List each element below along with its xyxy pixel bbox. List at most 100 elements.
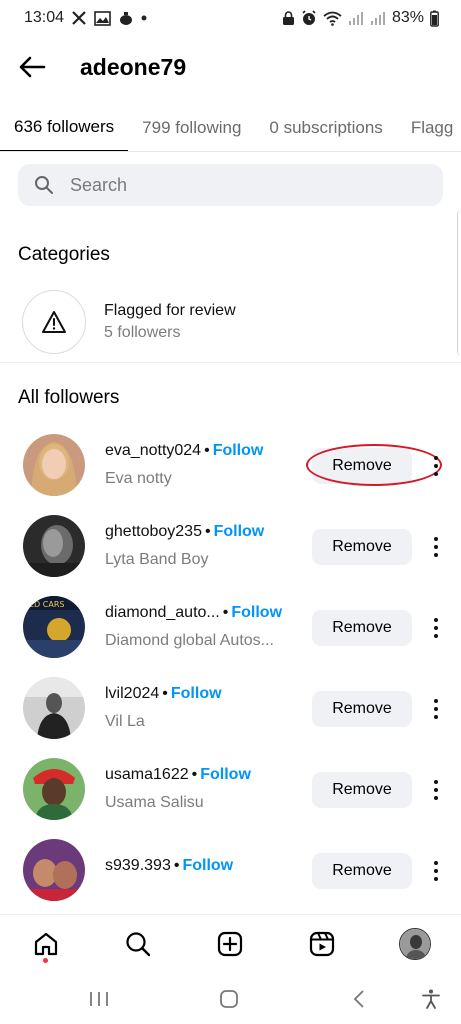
categories-heading: Categories — [18, 244, 110, 265]
nav-create[interactable] — [215, 929, 245, 959]
system-home-button[interactable] — [216, 986, 242, 1012]
nav-search[interactable] — [123, 929, 153, 959]
tab-followers[interactable]: 636 followers — [0, 104, 129, 151]
battery-icon — [430, 10, 439, 27]
follower-line: diamond_auto... • Follow — [105, 604, 305, 622]
follower-line: eva_notty024 • Follow — [105, 442, 305, 460]
avatar[interactable] — [23, 758, 85, 820]
follower-username[interactable]: diamond_auto... — [105, 604, 220, 621]
more-icon — [434, 618, 438, 622]
more-options-button[interactable] — [426, 855, 446, 887]
follow-link[interactable]: Follow — [214, 523, 265, 540]
remove-button[interactable]: Remove — [312, 448, 412, 484]
category-name: Flagged for review — [104, 302, 236, 319]
follow-link[interactable]: Follow — [182, 857, 233, 874]
avatar[interactable]: ED CARS — [23, 596, 85, 658]
nav-profile-avatar[interactable] — [399, 928, 431, 960]
remove-button[interactable]: Remove — [312, 853, 412, 889]
follower-row[interactable]: usama1622 • Follow Usama Salisu Remove — [0, 756, 461, 822]
separator-dot: • — [204, 523, 211, 540]
follower-line: usama1622 • Follow — [105, 766, 305, 784]
back-button[interactable] — [17, 52, 47, 82]
home-circle-icon — [220, 990, 238, 1008]
follower-username[interactable]: lvil2024 — [105, 685, 159, 702]
recents-button[interactable] — [86, 986, 112, 1012]
warning-triangle-icon — [42, 311, 66, 333]
more-icon — [434, 780, 438, 784]
follower-line: lvil2024 • Follow — [105, 685, 305, 703]
follower-line: s939.393 • Follow — [105, 857, 305, 875]
search-icon — [35, 176, 53, 194]
more-icon — [434, 869, 438, 873]
accessibility-button[interactable] — [418, 986, 444, 1012]
lock-icon — [282, 10, 295, 26]
more-options-button[interactable] — [426, 774, 446, 806]
follower-row[interactable]: ghettoboy235 • Follow Lyta Band Boy Remove — [0, 513, 461, 579]
avatar[interactable] — [23, 839, 85, 901]
category-count: 5 followers — [104, 324, 181, 341]
category-text: Flagged for review 5 followers — [104, 302, 236, 342]
remove-button[interactable]: Remove — [312, 772, 412, 808]
nav-home[interactable] — [31, 929, 61, 959]
separator-dot: • — [173, 857, 180, 874]
tab-following[interactable]: 799 following — [142, 104, 241, 151]
remove-button[interactable]: Remove — [312, 691, 412, 727]
back-chevron-icon — [353, 990, 364, 1008]
separator-dot: • — [204, 442, 210, 459]
follower-text: diamond_auto... • Follow Diamond global Au… — [105, 604, 305, 650]
follower-row[interactable]: eva_notty024 • Follow Eva notty Remove — [0, 432, 461, 498]
more-icon — [434, 707, 438, 711]
more-options-button[interactable] — [426, 693, 446, 725]
avatar[interactable] — [23, 434, 85, 496]
separator-dot: • — [222, 604, 229, 621]
scroll-indicator — [457, 210, 461, 356]
status-left: 13:04 — [24, 9, 147, 27]
follow-link[interactable]: Follow — [231, 604, 282, 621]
category-flagged-for-review[interactable]: Flagged for review 5 followers — [22, 290, 236, 354]
avatar[interactable] — [23, 515, 85, 577]
follower-name: Diamond global Autos... — [105, 632, 274, 649]
follow-link[interactable]: Follow — [213, 442, 264, 459]
nav-reels[interactable] — [307, 929, 337, 959]
follower-name: Vil La — [105, 713, 145, 730]
follower-username[interactable]: eva_notty024 — [105, 442, 201, 459]
follower-text: lvil2024 • Follow Vil La — [105, 685, 305, 731]
avatar[interactable] — [23, 677, 85, 739]
more-icon — [434, 715, 438, 719]
search-bar[interactable] — [18, 164, 443, 206]
dot-icon — [141, 15, 147, 21]
follower-username[interactable]: usama1622 — [105, 766, 189, 783]
battery-percent: 83% — [391, 9, 424, 26]
follower-row[interactable]: s939.393 • Follow Remove — [0, 837, 461, 903]
system-nav-bar — [0, 974, 461, 1024]
follower-row[interactable]: lvil2024 • Follow Vil La Remove — [0, 675, 461, 741]
signal-icon — [370, 11, 386, 25]
remove-button[interactable]: Remove — [312, 529, 412, 565]
alarm-icon — [301, 10, 317, 26]
tab-flagged[interactable]: Flagg — [411, 104, 454, 151]
gallery-icon — [94, 10, 111, 26]
status-bar: 13:04 83% — [0, 0, 461, 36]
home-icon — [34, 932, 58, 956]
remove-button[interactable]: Remove — [312, 610, 412, 646]
tab-bar: 636 followers 799 following 0 subscripti… — [0, 104, 461, 152]
follower-username[interactable]: s939.393 — [105, 857, 171, 874]
wifi-icon — [323, 11, 342, 26]
follow-link[interactable]: Follow — [200, 766, 251, 783]
follower-row[interactable]: ED CARS diamond_auto... • Follow Diamond g… — [0, 594, 461, 660]
more-icon — [434, 861, 438, 865]
follower-username[interactable]: ghettoboy235 — [105, 523, 202, 540]
follower-text: ghettoboy235 • Follow Lyta Band Boy — [105, 523, 305, 569]
tab-subscriptions[interactable]: 0 subscriptions — [269, 104, 382, 151]
more-options-button[interactable] — [426, 531, 446, 563]
signal-icon — [348, 11, 364, 25]
more-icon — [434, 699, 438, 703]
follower-name: Usama Salisu — [105, 794, 204, 811]
search-input[interactable] — [70, 174, 400, 196]
follow-link[interactable]: Follow — [171, 685, 222, 702]
more-icon — [434, 634, 438, 638]
more-options-button[interactable] — [426, 612, 446, 644]
more-icon — [434, 877, 438, 881]
more-options-button[interactable] — [426, 450, 446, 482]
system-back-button[interactable] — [346, 986, 372, 1012]
